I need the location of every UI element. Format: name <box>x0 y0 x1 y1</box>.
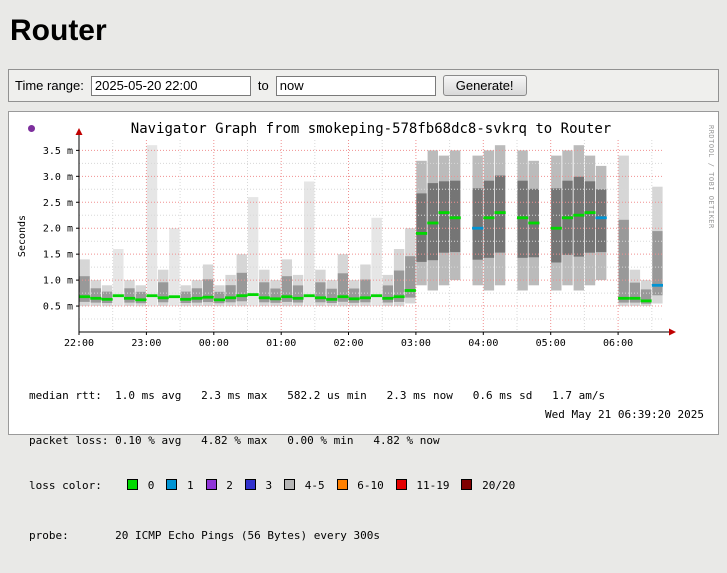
loss-color-swatch <box>461 479 472 490</box>
loss-color-swatch <box>284 479 295 490</box>
svg-text:00:00: 00:00 <box>199 338 229 349</box>
svg-text:0.5 m: 0.5 m <box>43 302 73 313</box>
svg-text:22:00: 22:00 <box>64 338 94 349</box>
svg-text:23:00: 23:00 <box>131 338 161 349</box>
legend-date: Wed May 21 06:39:20 2025 <box>545 408 704 421</box>
loss-color-swatch <box>396 479 407 490</box>
svg-text:2.5 m: 2.5 m <box>43 198 73 209</box>
svg-text:Navigator Graph from smokeping: Navigator Graph from smokeping-578fb68dc… <box>131 122 611 137</box>
generate-button[interactable]: Generate! <box>443 75 527 96</box>
svg-text:1.0 m: 1.0 m <box>43 276 73 287</box>
svg-text:1.5 m: 1.5 m <box>43 250 73 261</box>
loss-color-swatch <box>127 479 138 490</box>
graph-legend: median rtt: 1.0 ms avg 2.3 ms max 582.2 … <box>29 358 605 573</box>
svg-text:05:00: 05:00 <box>536 338 566 349</box>
loss-color-swatch <box>206 479 217 490</box>
legend-loss-line: packet loss: 0.10 % avg 4.82 % max 0.00 … <box>29 433 605 448</box>
svg-text:3.0 m: 3.0 m <box>43 172 73 183</box>
svg-text:Seconds: Seconds <box>17 215 28 257</box>
legend-losscolor-line: loss color: 0 1 2 3 4-5 6-10 11-19 20/20 <box>29 478 605 493</box>
rrdtool-watermark: RRDTOOL / TOBI OETIKER <box>707 125 715 229</box>
legend-median-line: median rtt: 1.0 ms avg 2.3 ms max 582.2 … <box>29 388 605 403</box>
time-range-form: Time range: to Generate! <box>8 69 719 102</box>
time-range-label: Time range: <box>15 78 84 93</box>
graph-panel: 0.5 m 1.0 m 1.5 m 2.0 m 2.5 m 3.0 m 3.5 m 22:00… <box>8 111 719 435</box>
navigator-graph[interactable]: 0.5 m 1.0 m 1.5 m 2.0 m 2.5 m 3.0 m 3.5 m 22:00… <box>13 122 713 350</box>
svg-text:02:00: 02:00 <box>333 338 363 349</box>
time-range-to-input[interactable] <box>276 76 436 96</box>
to-label: to <box>258 78 269 93</box>
svg-text:04:00: 04:00 <box>468 338 498 349</box>
svg-text:03:00: 03:00 <box>401 338 431 349</box>
svg-text:06:00: 06:00 <box>603 338 633 349</box>
svg-text:3.5 m: 3.5 m <box>43 146 73 157</box>
svg-text:01:00: 01:00 <box>266 338 296 349</box>
svg-text:2.0 m: 2.0 m <box>43 224 73 235</box>
loss-color-swatch <box>166 479 177 490</box>
page-title: Router <box>10 14 727 47</box>
loss-color-swatch <box>337 479 348 490</box>
legend-probe-line: probe: 20 ICMP Echo Pings (56 Bytes) eve… <box>29 528 605 543</box>
loss-color-swatch <box>245 479 256 490</box>
time-range-from-input[interactable] <box>91 76 251 96</box>
